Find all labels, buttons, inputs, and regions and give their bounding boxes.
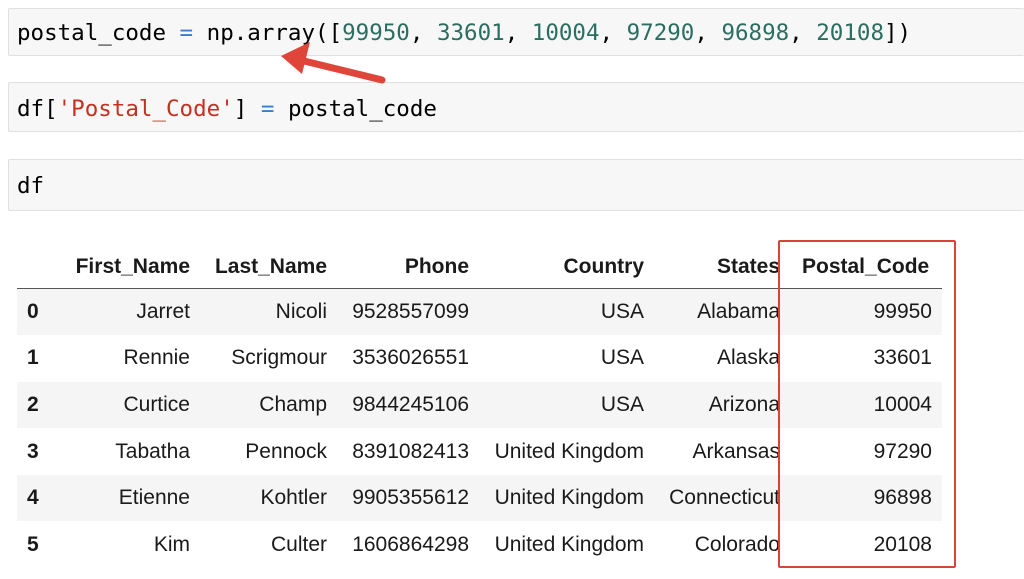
annotation-arrow-icon: [281, 42, 386, 84]
